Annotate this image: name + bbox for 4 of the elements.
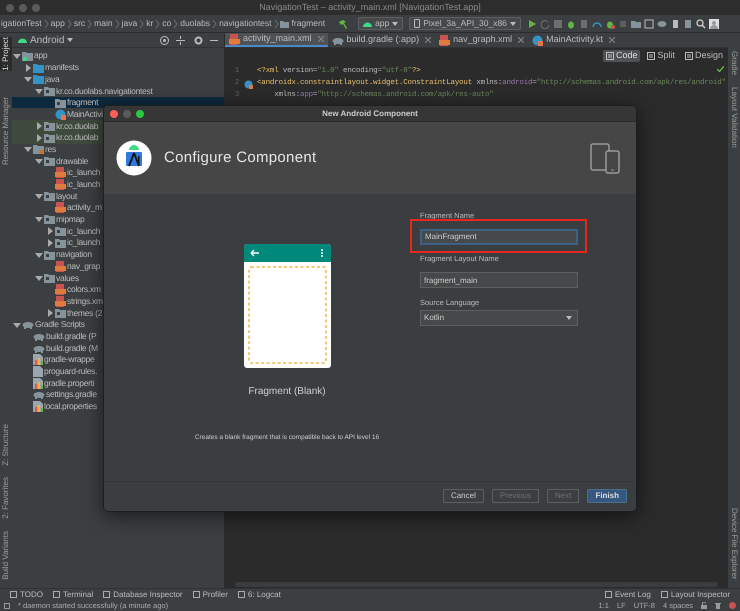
window-title: NavigationTest – activity_main.xml [NavigationTest.app] xyxy=(259,0,481,14)
template-name: Fragment (Blank) xyxy=(248,385,326,399)
dialog-heading: Configure Component xyxy=(164,148,316,168)
dialog-title: New Android Component xyxy=(322,108,418,120)
